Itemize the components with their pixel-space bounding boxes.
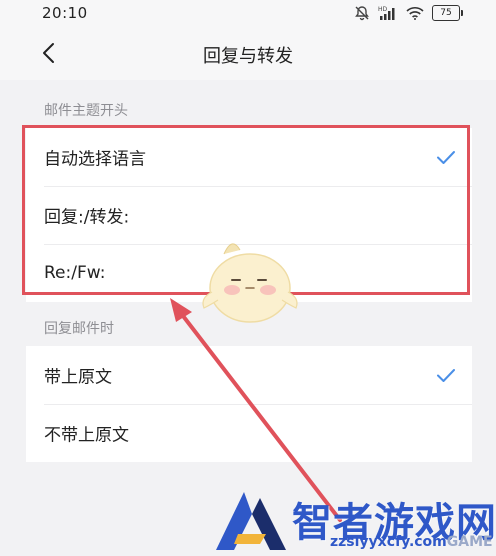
option-label: 带上原文 xyxy=(44,367,112,388)
check-icon xyxy=(437,151,455,164)
option-exclude-original[interactable]: 不带上原文 xyxy=(26,404,472,462)
svg-text:HD: HD xyxy=(378,6,388,13)
battery-icon: 75 xyxy=(432,5,463,21)
option-label: 回复:/转发: xyxy=(44,207,130,228)
option-reply-forward-chinese[interactable]: 回复:/转发: xyxy=(26,186,472,244)
battery-level: 75 xyxy=(440,8,452,18)
mute-icon xyxy=(355,6,369,21)
nav-bar: 回复与转发 xyxy=(0,28,496,80)
option-auto-language[interactable]: 自动选择语言 xyxy=(26,128,472,186)
watermark: 智者游戏网 zzslyyxcfy.comGAME xyxy=(212,488,496,556)
option-include-original[interactable]: 带上原文 xyxy=(26,346,472,404)
status-bar: 20:10 HD 75 xyxy=(0,0,496,28)
watermark-text: 智者游戏网 xyxy=(292,500,496,546)
option-label: Re:/Fw: xyxy=(44,263,106,283)
option-re-fw[interactable]: Re:/Fw: xyxy=(26,244,472,302)
wifi-icon xyxy=(406,7,424,20)
watermark-url-text: zzslyyxcfy.com xyxy=(330,534,447,550)
watermark-url-faint: GAME xyxy=(446,534,493,550)
status-time: 20:10 xyxy=(42,4,88,22)
status-icons: HD 75 xyxy=(354,5,463,21)
section-header-subject-prefix: 邮件主题开头 xyxy=(44,103,128,119)
page-title: 回复与转发 xyxy=(203,46,293,67)
hd-signal-icon: HD xyxy=(378,6,395,20)
subject-prefix-card: 自动选择语言 回复:/转发: Re:/Fw: xyxy=(26,128,472,302)
section-header-reply-body: 回复邮件时 xyxy=(44,321,114,337)
option-label: 不带上原文 xyxy=(44,425,129,446)
reply-body-card: 带上原文 不带上原文 xyxy=(26,346,472,462)
watermark-url: zzslyyxcfy.comGAME xyxy=(330,534,493,550)
check-icon xyxy=(437,369,455,382)
watermark-logo-icon xyxy=(216,492,286,550)
option-label: 自动选择语言 xyxy=(44,149,146,170)
